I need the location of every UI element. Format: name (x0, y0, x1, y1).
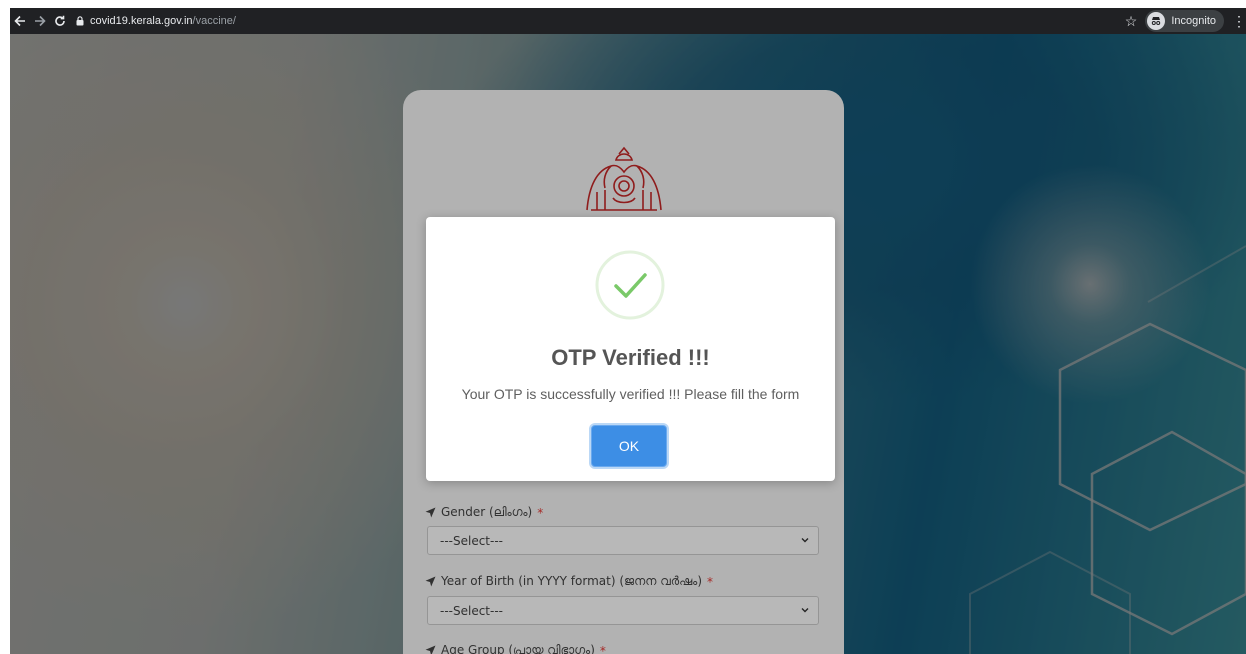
success-check-circle (594, 249, 666, 326)
browser-toolbar: covid19.kerala.gov.in/vaccine/ ☆ Incogni… (10, 8, 1246, 34)
otp-verified-dialog: OTP Verified !!! Your OTP is successfull… (426, 217, 835, 481)
age-group-label: Age Group (പ്രായ വിഭാഗം) * (425, 643, 606, 654)
address-bar[interactable]: covid19.kerala.gov.in/vaccine/ (76, 15, 236, 27)
back-button[interactable] (10, 11, 30, 31)
year-of-birth-label: Year of Birth (in YYYY format) (ജനന വർഷം… (425, 574, 713, 589)
required-mark: * (707, 574, 714, 589)
required-mark: * (599, 643, 606, 654)
location-arrow-icon (425, 645, 436, 654)
chevron-down-icon (801, 608, 809, 613)
gender-select-value: ---Select--- (440, 533, 503, 548)
kerala-emblem-logo (403, 146, 844, 216)
gender-select[interactable]: ---Select--- (427, 526, 819, 555)
reload-icon (55, 15, 65, 26)
lock-icon (76, 16, 84, 26)
back-arrow-icon (14, 15, 25, 27)
reload-button[interactable] (50, 11, 70, 31)
gender-label: Gender (ലിംഗം) * (425, 505, 543, 520)
incognito-icon (1147, 12, 1166, 30)
year-of-birth-select[interactable]: ---Select--- (427, 596, 819, 625)
year-of-birth-select-value: ---Select--- (440, 603, 503, 618)
incognito-badge[interactable]: Incognito (1145, 10, 1224, 32)
incognito-label: Incognito (1171, 15, 1216, 27)
dialog-title: OTP Verified !!! (551, 345, 710, 370)
location-arrow-icon (425, 576, 436, 587)
url-host: covid19.kerala.gov.in (90, 15, 193, 27)
chevron-down-icon (801, 538, 809, 543)
dialog-message: Your OTP is successfully verified !!! Pl… (461, 386, 800, 402)
year-of-birth-label-text: Year of Birth (in YYYY format) (ജനന വർഷം… (441, 574, 703, 588)
browser-top-area: covid19.kerala.gov.in/vaccine/ ☆ Incogni… (0, 0, 1246, 38)
required-mark: * (537, 505, 544, 520)
location-arrow-icon (425, 507, 436, 518)
gender-label-text: Gender (ലിംഗം) (441, 505, 533, 519)
checkmark-icon (595, 250, 665, 320)
ok-button[interactable]: OK (591, 425, 667, 467)
url-path: /vaccine/ (192, 15, 236, 27)
toolbar-right: ☆ Incognito ⋮ (1125, 8, 1246, 34)
forward-button[interactable] (30, 11, 50, 31)
forward-arrow-icon (35, 15, 46, 27)
age-group-label-text: Age Group (പ്രായ വിഭാഗം) (441, 643, 595, 654)
menu-kebab-icon[interactable]: ⋮ (1232, 13, 1246, 30)
bookmark-star-icon[interactable]: ☆ (1125, 13, 1138, 30)
